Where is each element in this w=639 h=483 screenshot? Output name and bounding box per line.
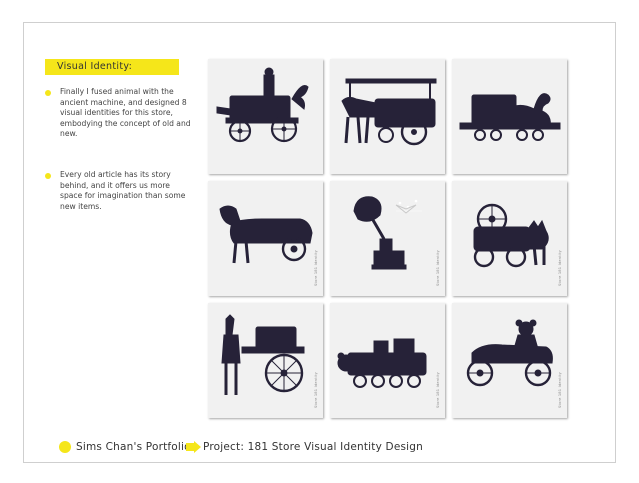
- cat-engine-icon: [473, 203, 549, 268]
- project-label: Project: 181 Store Visual Identity Desig…: [203, 441, 423, 453]
- duck-locomotive-icon: [459, 93, 561, 141]
- rooster-wagon-icon: [216, 67, 309, 143]
- bullet-text: Finally I fused animal with the ancient …: [60, 87, 191, 138]
- arrow-right-icon: [186, 441, 201, 453]
- card-mark: Store 181 Identity: [436, 249, 440, 286]
- bullet-dot-icon: [45, 90, 51, 96]
- section-heading: Visual Identity:: [45, 59, 179, 75]
- gramophone-icon: [353, 196, 422, 270]
- circle-bullet-icon: [59, 441, 71, 453]
- identity-card: [208, 59, 323, 174]
- dachshund-car-icon: [219, 205, 313, 264]
- identity-card: [330, 59, 445, 174]
- identity-card: [452, 59, 567, 174]
- portfolio-label: Sims Chan's Portfolio: [76, 441, 191, 453]
- identity-card: Store 181 Identity: [330, 181, 445, 296]
- identity-card: Store 181 Identity: [452, 303, 567, 418]
- horse-carriage-icon: [341, 78, 437, 146]
- bullet-dot-icon: [45, 173, 51, 179]
- card-mark: Store 181 Identity: [314, 249, 318, 286]
- card-mark: Store 181 Identity: [314, 371, 318, 408]
- identity-card: Store 181 Identity: [208, 303, 323, 418]
- bullet-text: Every old article has its story behind, …: [60, 170, 186, 211]
- card-mark: Store 181 Identity: [436, 371, 440, 408]
- identity-card: Store 181 Identity: [452, 181, 567, 296]
- alpaca-cart-icon: [221, 314, 305, 395]
- teddy-car-icon: [466, 319, 553, 387]
- card-mark: Store 181 Identity: [558, 371, 562, 408]
- identity-card: Store 181 Identity: [208, 181, 323, 296]
- footer: Sims Chan's Portfolio Project: 181 Store…: [0, 440, 639, 456]
- card-mark: Store 181 Identity: [558, 249, 562, 286]
- bear-locomotive-icon: [337, 338, 427, 388]
- identity-card: Store 181 Identity: [330, 303, 445, 418]
